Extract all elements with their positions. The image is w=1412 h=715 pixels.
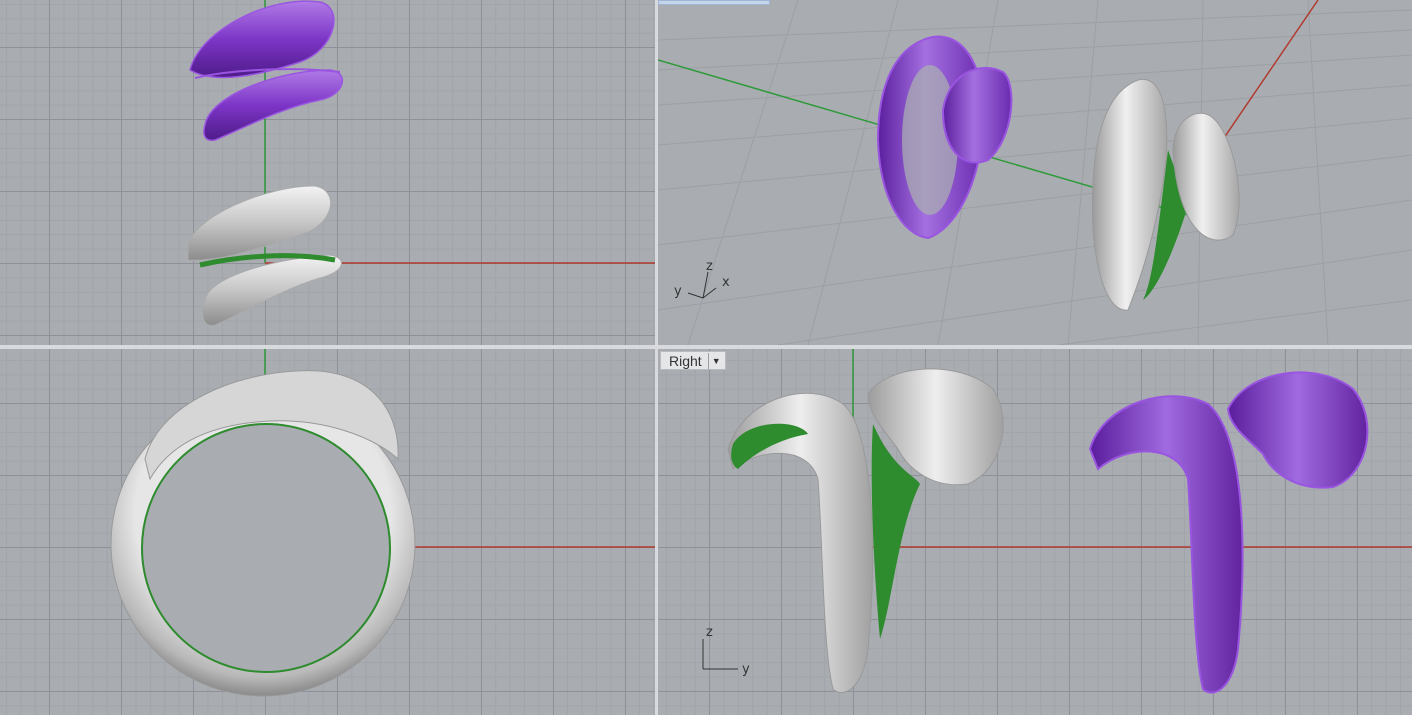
caret-down-icon[interactable]: ▼ bbox=[707, 352, 721, 369]
axis-gnomon-perspective: z x y bbox=[674, 259, 730, 299]
viewport-front[interactable] bbox=[0, 349, 655, 715]
ring-selected-top[interactable] bbox=[189, 0, 344, 142]
viewport-right[interactable]: z y Right ▼ bbox=[658, 349, 1412, 715]
axis-label-z: z bbox=[706, 625, 713, 640]
axis-label-y: y bbox=[674, 284, 682, 299]
viewport-right-scene: z y bbox=[702, 349, 1412, 694]
viewport-right-name: Right bbox=[669, 352, 702, 369]
ring-perspective[interactable] bbox=[1091, 78, 1240, 311]
viewport-perspective-scene: z x y bbox=[658, 0, 1412, 345]
perspective-grid bbox=[658, 0, 1412, 345]
viewport-top-scene bbox=[187, 0, 655, 326]
axis-gnomon-right: z y bbox=[702, 625, 750, 677]
viewport-front-scene bbox=[110, 349, 655, 697]
axis-label-y: y bbox=[742, 662, 750, 677]
ring-right[interactable] bbox=[727, 368, 1004, 694]
ring-top[interactable] bbox=[187, 185, 342, 326]
ring-selected-perspective[interactable] bbox=[876, 35, 1013, 240]
ring-front[interactable] bbox=[110, 370, 416, 697]
ring-selected-right[interactable] bbox=[1088, 371, 1369, 694]
viewport-top[interactable] bbox=[0, 0, 655, 345]
axis-label-x: x bbox=[722, 275, 730, 290]
axis-label-z: z bbox=[706, 259, 713, 274]
viewport-perspective[interactable]: z x y bbox=[658, 0, 1412, 345]
viewport-right-label[interactable]: Right ▼ bbox=[660, 351, 726, 370]
